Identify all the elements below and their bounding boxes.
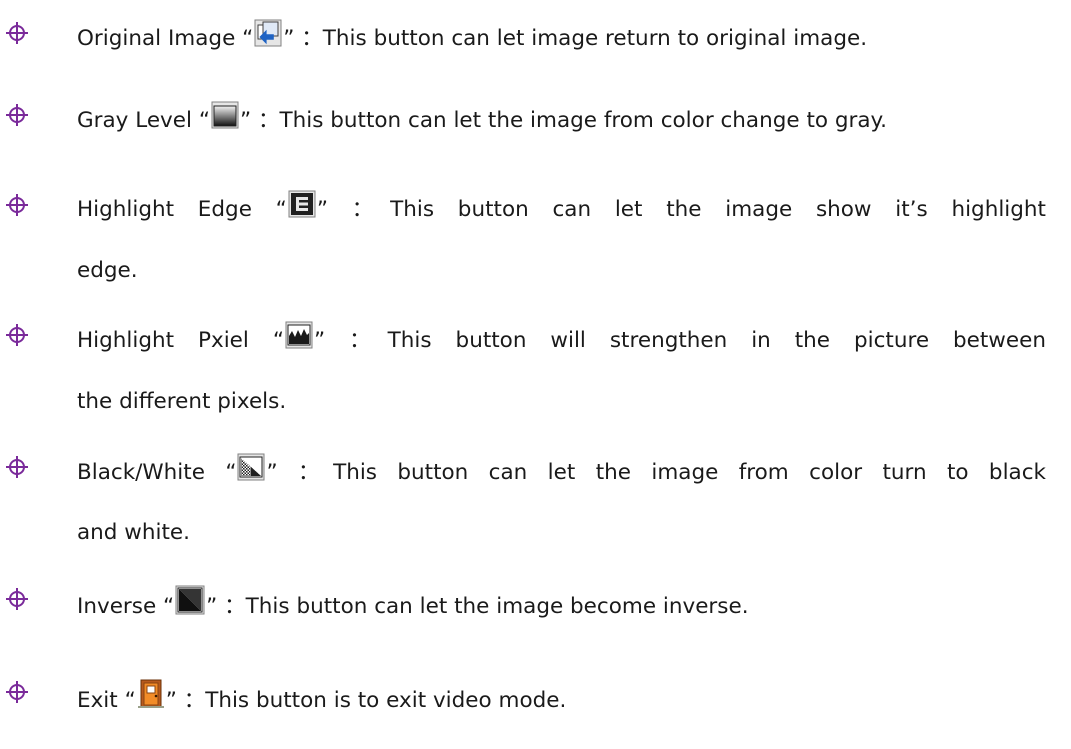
crosshair-bullet-icon — [6, 681, 28, 703]
quote-close: ” — [165, 688, 177, 713]
separator: ： — [257, 108, 280, 133]
highlight-pixel-icon — [285, 321, 313, 349]
highlight-edge-icon — [288, 190, 316, 218]
item-text: Exit “ ” ：This button is to exit video mo… — [77, 679, 1057, 716]
quote-close: ” — [266, 460, 278, 485]
quote-open: “ — [225, 460, 237, 485]
item-text-continued: and white. — [77, 520, 190, 545]
crosshair-bullet-icon — [6, 324, 28, 346]
separator: ： — [349, 328, 388, 353]
item-label: Original Image — [77, 26, 236, 51]
quote-close: ” — [316, 197, 328, 222]
original-image-icon — [254, 19, 282, 47]
quote-open: “ — [242, 26, 254, 51]
separator: ： — [298, 460, 334, 485]
black-white-icon — [237, 453, 265, 481]
quote-close: ” — [283, 26, 295, 51]
item-text: Gray Level “ ” ：This button can let the i… — [77, 101, 1057, 136]
item-label: Gray Level — [77, 108, 192, 133]
item-description: This button can let image return to orig… — [322, 26, 868, 51]
item-text: Highlight Edge “ ” ：This button can let t… — [77, 190, 1046, 225]
item-label: Inverse — [77, 594, 157, 619]
item-text: Inverse “ ” ：This button can let the imag… — [77, 585, 1057, 622]
crosshair-bullet-icon — [6, 104, 28, 126]
crosshair-bullet-icon — [6, 22, 28, 44]
crosshair-bullet-icon — [6, 194, 28, 216]
quote-close: ” — [206, 594, 218, 619]
quote-open: “ — [163, 594, 175, 619]
item-label: Highlight Edge — [77, 197, 252, 222]
item-description: This button can let the image become inv… — [245, 594, 749, 619]
item-label: Black/White — [77, 460, 205, 485]
item-text-continued: edge. — [77, 258, 138, 283]
separator: ： — [351, 197, 391, 222]
separator: ： — [301, 26, 323, 51]
quote-open: “ — [124, 688, 136, 713]
crosshair-bullet-icon — [6, 456, 28, 478]
quote-open: “ — [198, 108, 210, 133]
item-description: This button can let the image show it’s … — [390, 197, 1046, 222]
item-text: Highlight Pxiel “ ” ：This button will str… — [77, 321, 1046, 356]
item-description: This button is to exit video mode. — [205, 688, 567, 713]
quote-open: “ — [272, 328, 284, 353]
document-page: Original Image “” ：This button can let i… — [0, 0, 1071, 749]
separator: ： — [224, 594, 246, 619]
item-text-continued: the different pixels. — [77, 389, 287, 414]
quote-open: “ — [275, 197, 287, 222]
crosshair-bullet-icon — [6, 588, 28, 610]
item-text: Original Image “ ” ：This button can let i… — [77, 19, 1057, 54]
inverse-icon — [175, 585, 205, 615]
item-description: This button can let the image from color… — [333, 460, 1046, 485]
item-label: Highlight Pxiel — [77, 328, 249, 353]
quote-close: ” — [313, 328, 326, 353]
item-text: Black/White “ ” ：This button can let the … — [77, 453, 1046, 488]
separator: ： — [183, 688, 206, 713]
item-label: Exit — [77, 688, 118, 713]
gray-level-icon — [211, 101, 239, 129]
exit-door-icon — [137, 679, 165, 709]
item-description: This button can let the image from color… — [279, 108, 888, 133]
item-description: This button will strengthen in the pictu… — [387, 328, 1046, 353]
quote-close: ” — [239, 108, 252, 133]
